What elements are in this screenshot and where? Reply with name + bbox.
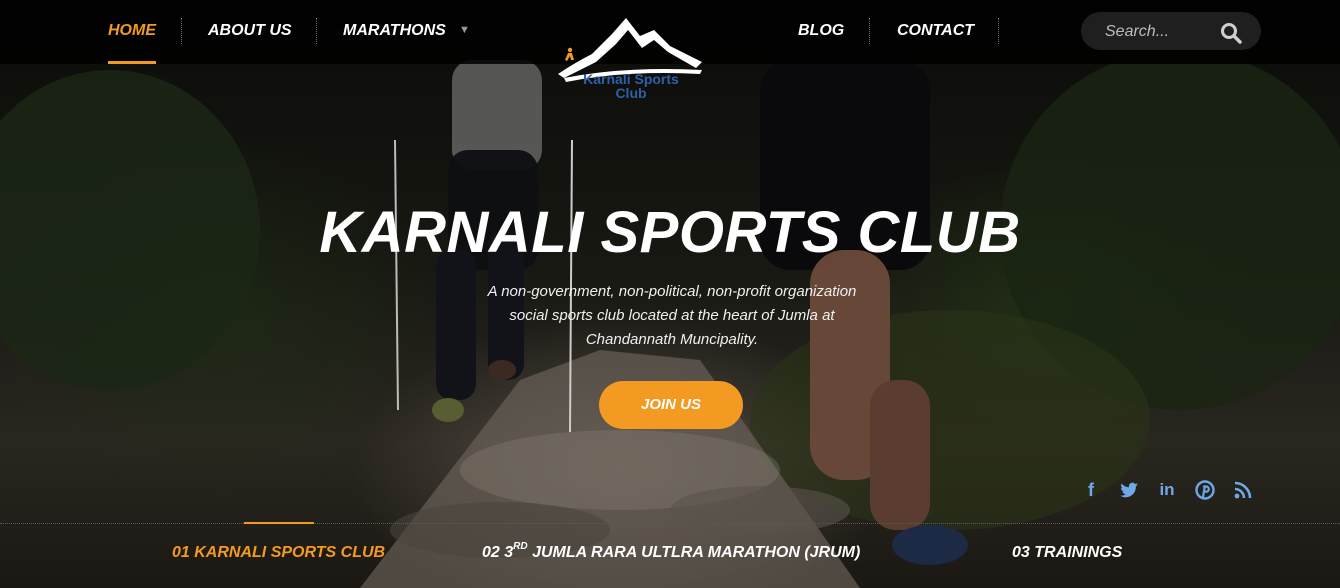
slide-tab-label: TRAININGS	[1034, 544, 1123, 561]
chevron-down-icon[interactable]: ▼	[459, 24, 470, 36]
slide-tab-karnali-sports-club[interactable]: 01 KARNALI SPORTS CLUB	[172, 543, 385, 563]
nav-separator	[869, 18, 870, 44]
slide-tab-label: JUMLA RARA ULTLRA MARATHON (JRUM)	[532, 544, 861, 561]
search-input[interactable]	[1103, 21, 1217, 43]
slide-tab-number: 03	[1012, 544, 1030, 561]
nav-separator	[998, 18, 999, 44]
hero-title: KARNALI SPORTS CLUB	[319, 200, 1021, 265]
active-nav-underline	[108, 61, 156, 64]
site-logo[interactable]: Karnali Sports Club	[556, 12, 706, 108]
slide-tab-trainings[interactable]: 03 TRAININGS	[1012, 543, 1122, 563]
search-box	[1081, 12, 1261, 50]
twitter-icon[interactable]	[1117, 478, 1141, 502]
nav-separator	[181, 18, 182, 44]
slide-tab-ordinal-suffix: RD	[513, 540, 528, 552]
pinterest-icon[interactable]	[1193, 478, 1217, 502]
logo-line-2: Club	[615, 85, 647, 101]
top-navigation: HOME ABOUT US MARATHONS ▼ Karnali Sports…	[0, 0, 1340, 100]
slide-tab-number: 02	[482, 544, 500, 561]
facebook-icon[interactable]: f	[1079, 478, 1103, 502]
logo-line-1: Karnali Sports	[583, 71, 679, 87]
nav-marathons[interactable]: MARATHONS	[343, 21, 446, 41]
linkedin-icon[interactable]: in	[1155, 478, 1179, 502]
nav-home[interactable]: HOME	[108, 21, 156, 41]
nav-separator	[316, 18, 317, 44]
nav-contact[interactable]: CONTACT	[897, 21, 974, 41]
nav-about-us[interactable]: ABOUT US	[208, 21, 292, 41]
nav-blog[interactable]: BLOG	[798, 21, 844, 41]
slide-tab-number: 01	[172, 544, 190, 561]
join-us-button[interactable]: JOIN US	[599, 381, 743, 429]
hero-description: A non-government, non-political, non-pro…	[487, 283, 857, 348]
slide-tab-jumla-rara-marathon[interactable]: 02 3RD JUMLA RARA ULTLRA MARATHON (JRUM)	[482, 540, 861, 563]
rss-icon[interactable]	[1231, 478, 1255, 502]
slide-tabs-divider	[0, 523, 1340, 524]
slide-tab-ordinal: 3	[504, 544, 514, 561]
active-slide-indicator	[244, 522, 314, 524]
slide-tab-label: KARNALI SPORTS CLUB	[194, 544, 386, 561]
logo-text: Karnali Sports Club	[556, 72, 706, 100]
search-icon[interactable]	[1220, 22, 1242, 44]
